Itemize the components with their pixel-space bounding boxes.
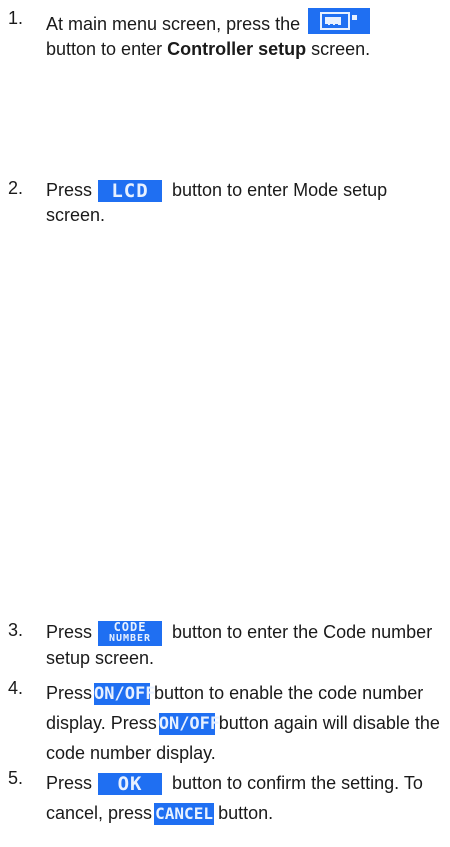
step-text: Press OK button to confirm the setting. To… (46, 768, 446, 828)
step-text: Press CODE NUMBER button to enter the Code … (46, 620, 446, 671)
step-text: Press LCD button to enter Mode setup scree… (46, 178, 446, 228)
step-number: 4. (8, 678, 24, 698)
step-number: 2. (8, 178, 24, 198)
code-button-line1: CODE (113, 620, 147, 634)
controller-setup-label: Controller setup (167, 39, 307, 59)
on-off-button[interactable]: ON/OFF (94, 683, 155, 706)
controller-setup-button[interactable] (308, 8, 371, 34)
step-text-part: button to enter (46, 39, 163, 59)
on-off-button-2[interactable]: ON/OFF (158, 713, 220, 736)
controller-icon (308, 8, 371, 34)
step-text: At main menu screen, press the button to… (46, 8, 446, 62)
step-text-part: button. (218, 803, 274, 823)
step-number: 1. (8, 8, 24, 28)
code-number-button[interactable]: CODE NUMBER (98, 620, 163, 646)
cancel-button[interactable]: CANCEL (154, 803, 215, 826)
lcd-button[interactable]: LCD (98, 180, 163, 203)
ok-button[interactable]: OK (98, 773, 163, 796)
step-text-part: Press (46, 773, 93, 793)
step-number: 3. (8, 620, 24, 640)
step-text-part: Press (46, 180, 93, 200)
step-text-part: screen. (311, 39, 371, 59)
step-number: 5. (8, 768, 24, 788)
step-text: Press ON/OFFbutton to enable the code num… (46, 678, 446, 768)
code-button-line2: NUMBER (108, 633, 152, 644)
manual-page: { "steps": [ { "num": "1.", "part1": "At… (0, 0, 450, 847)
step-text-part: At main menu screen, press the (46, 14, 301, 34)
step-text-part: Press (46, 622, 93, 642)
step-text-part: Press (46, 683, 93, 703)
